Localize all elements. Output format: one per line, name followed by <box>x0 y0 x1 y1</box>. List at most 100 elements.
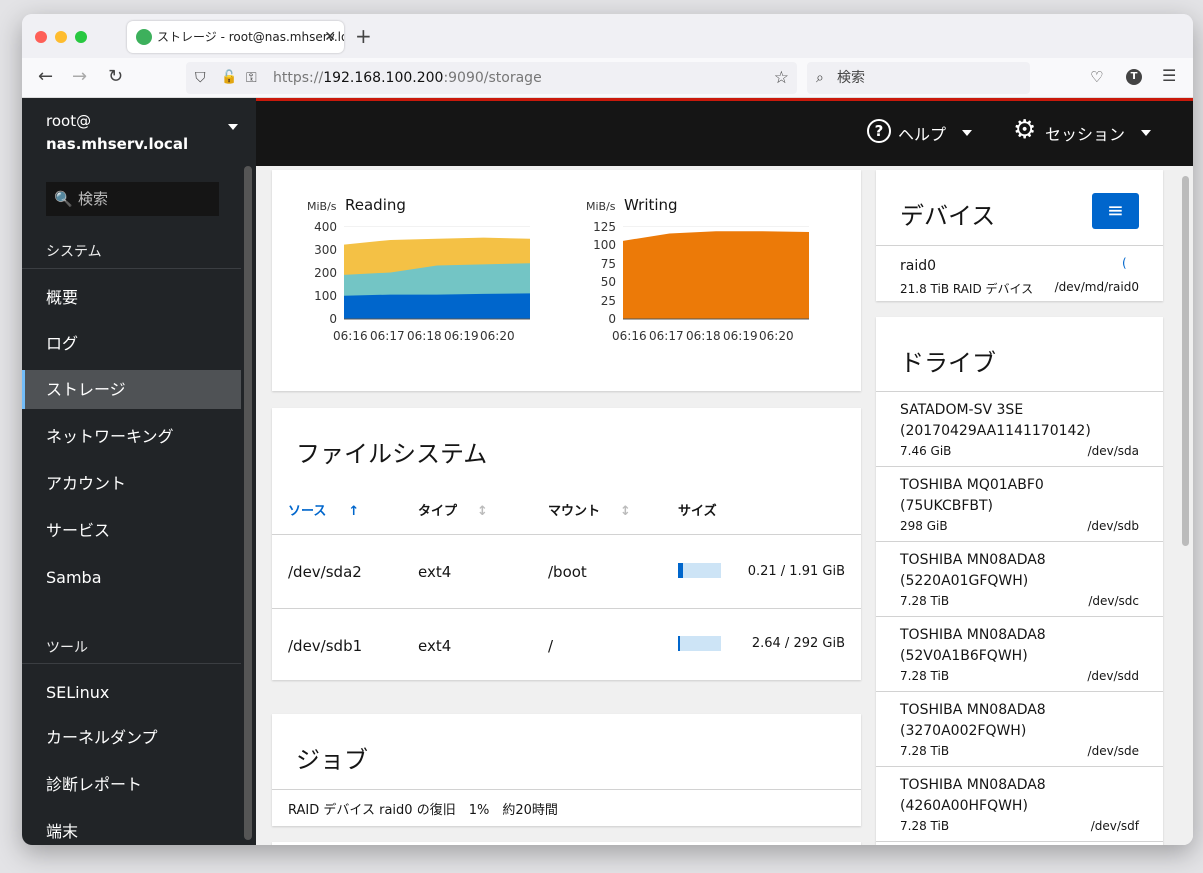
drive-path: /dev/sdf <box>1090 819 1139 833</box>
sidebar-item-terminal[interactable]: 端末 <box>22 812 241 845</box>
spinner-icon: ( <box>1122 256 1127 270</box>
reading-xtick: 06:20 <box>480 329 515 343</box>
browser-search[interactable]: ⌕ 検索 <box>807 62 1030 94</box>
sort-icon[interactable]: ↕ <box>620 504 631 519</box>
back-icon[interactable]: ← <box>38 66 53 87</box>
sidebar-item-logs[interactable]: ログ <box>22 324 241 363</box>
storage-graphs-card: MiB/s Reading 400 300 200 100 0 06:16 06… <box>272 170 861 391</box>
cockpit-logo-icon <box>136 29 152 45</box>
tab-title: ストレージ - root@nas.mhserv.lo <box>157 30 344 44</box>
menu-icon[interactable]: ☰ <box>1162 66 1176 85</box>
drive-model: TOSHIBA MN08ADA8 <box>900 702 1046 718</box>
column-mount[interactable]: マウント ↕ <box>548 500 631 519</box>
minimize-window-icon[interactable] <box>55 31 67 43</box>
divider <box>876 541 1163 542</box>
host-switcher[interactable]: root@ nas.mhserv.local <box>46 110 188 156</box>
help-menu[interactable]: ヘルプ <box>898 121 946 145</box>
usage-bar-fill <box>678 636 680 651</box>
zoom-window-icon[interactable] <box>75 31 87 43</box>
column-source[interactable]: ソース ↑ <box>288 500 359 519</box>
reading-unit: MiB/s <box>307 200 337 213</box>
writing-title: Writing <box>624 196 678 214</box>
account-avatar-icon[interactable]: T <box>1126 69 1142 85</box>
sidebar-item-samba[interactable]: Samba <box>22 558 241 597</box>
lock-warning-icon: 🔓 <box>221 70 238 85</box>
sidebar-item-diagnostic-reports[interactable]: 診断レポート <box>22 765 241 804</box>
reading-chart <box>344 226 530 320</box>
drive-size: 7.28 TiB <box>900 744 950 758</box>
session-menu[interactable]: セッション <box>1045 121 1125 145</box>
drive-path: /dev/sdb <box>1087 519 1139 533</box>
search-icon: ⌕ <box>816 70 824 86</box>
drive-path: /dev/sda <box>1087 444 1139 458</box>
sidebar-item-overview[interactable]: 概要 <box>22 278 241 317</box>
divider <box>272 608 861 609</box>
sidebar-item-networking[interactable]: ネットワーキング <box>22 417 241 456</box>
help-icon[interactable]: ? <box>867 119 891 143</box>
main-scrollbar[interactable] <box>1182 176 1189 546</box>
bookmark-star-icon[interactable]: ☆ <box>774 62 789 94</box>
drive-model: SATADOM-SV 3SE <box>900 402 1024 418</box>
browser-search-placeholder: 検索 <box>837 70 865 86</box>
drive-serial: (75UKCBFBT) <box>900 498 993 514</box>
url-prefix: https:// <box>273 70 324 86</box>
column-type[interactable]: タイプ ↕ <box>418 500 488 519</box>
gear-icon[interactable]: ⚙ <box>1013 115 1036 145</box>
key-icon: ⚿ <box>246 70 257 86</box>
sidebar-item-selinux[interactable]: SELinux <box>22 673 241 712</box>
sidebar-search-input[interactable]: 🔍 検索 <box>46 182 219 216</box>
sidebar-item-kdump[interactable]: カーネルダンプ <box>22 718 241 757</box>
sidebar-item-accounts[interactable]: アカウント <box>22 464 241 503</box>
sidebar-scrollbar[interactable] <box>244 166 252 840</box>
row-type: ext4 <box>418 563 452 581</box>
host-name: nas.mhserv.local <box>46 135 189 153</box>
row-source: /dev/sdb1 <box>288 637 363 655</box>
read-series-0 <box>344 293 530 319</box>
drive-path: /dev/sdd <box>1087 669 1139 683</box>
drive-serial: (52V0A1B6FQWH) <box>900 648 1028 664</box>
section-system: システム <box>46 244 102 260</box>
writing-ytick: 25 <box>600 294 616 308</box>
writing-xtick: 06:20 <box>759 329 794 343</box>
writing-xtick: 06:18 <box>686 329 721 343</box>
drive-path: /dev/sde <box>1087 744 1139 758</box>
browser-tab[interactable]: ストレージ - root@nas.mhserv.lo ✕ <box>127 21 344 53</box>
reading-ytick: 200 <box>314 266 337 280</box>
device-path: /dev/md/raid0 <box>1054 280 1139 294</box>
sidebar-item-services[interactable]: サービス <box>22 511 241 550</box>
row-size: 2.64 / 292 GiB <box>751 636 845 651</box>
divider <box>22 663 241 664</box>
divider <box>272 534 861 535</box>
drive-size: 7.28 TiB <box>900 669 950 683</box>
host-caret-icon[interactable] <box>228 124 238 130</box>
help-caret-icon[interactable] <box>962 130 972 136</box>
devices-card: デバイス ≡ raid0 21.8 TiB RAID デバイス /dev/md/… <box>876 170 1163 301</box>
devices-title: デバイス <box>900 202 996 230</box>
pocket-icon[interactable]: ♡ <box>1090 68 1103 86</box>
nav-bar: ← → ↻ ⛉ 🔓 ⚿ https://192.168.100.200:9090… <box>22 58 1193 98</box>
session-caret-icon[interactable] <box>1141 130 1151 136</box>
devices-menu-button[interactable]: ≡ <box>1092 193 1139 229</box>
url-host: 192.168.100.200 <box>323 70 444 86</box>
cockpit-app: root@ nas.mhserv.local 🔍 検索 システム 概要 ログ ス… <box>22 98 1193 845</box>
jobs-title: ジョブ <box>296 746 368 774</box>
new-tab-icon[interactable]: + <box>355 24 372 48</box>
drive-size: 7.46 GiB <box>900 444 952 458</box>
sidebar-item-storage[interactable]: ストレージ <box>22 370 241 409</box>
writing-ytick: 125 <box>593 220 616 234</box>
close-window-icon[interactable] <box>35 31 47 43</box>
sidebar: root@ nas.mhserv.local 🔍 検索 システム 概要 ログ ス… <box>22 98 256 845</box>
sort-asc-icon[interactable]: ↑ <box>348 504 359 519</box>
next-card <box>272 842 861 845</box>
write-series-0 <box>623 231 809 319</box>
section-tools: ツール <box>46 640 88 656</box>
reload-icon[interactable]: ↻ <box>108 66 123 87</box>
device-name: raid0 <box>900 258 937 274</box>
tab-close-icon[interactable]: ✕ <box>324 21 336 53</box>
sort-icon[interactable]: ↕ <box>477 504 488 519</box>
column-size: サイズ <box>678 504 717 519</box>
drive-model: TOSHIBA MN08ADA8 <box>900 552 1046 568</box>
forward-icon[interactable]: → <box>72 66 87 87</box>
url-bar[interactable]: ⛉ 🔓 ⚿ https://192.168.100.200:9090/stora… <box>186 62 797 94</box>
divider <box>876 841 1163 842</box>
